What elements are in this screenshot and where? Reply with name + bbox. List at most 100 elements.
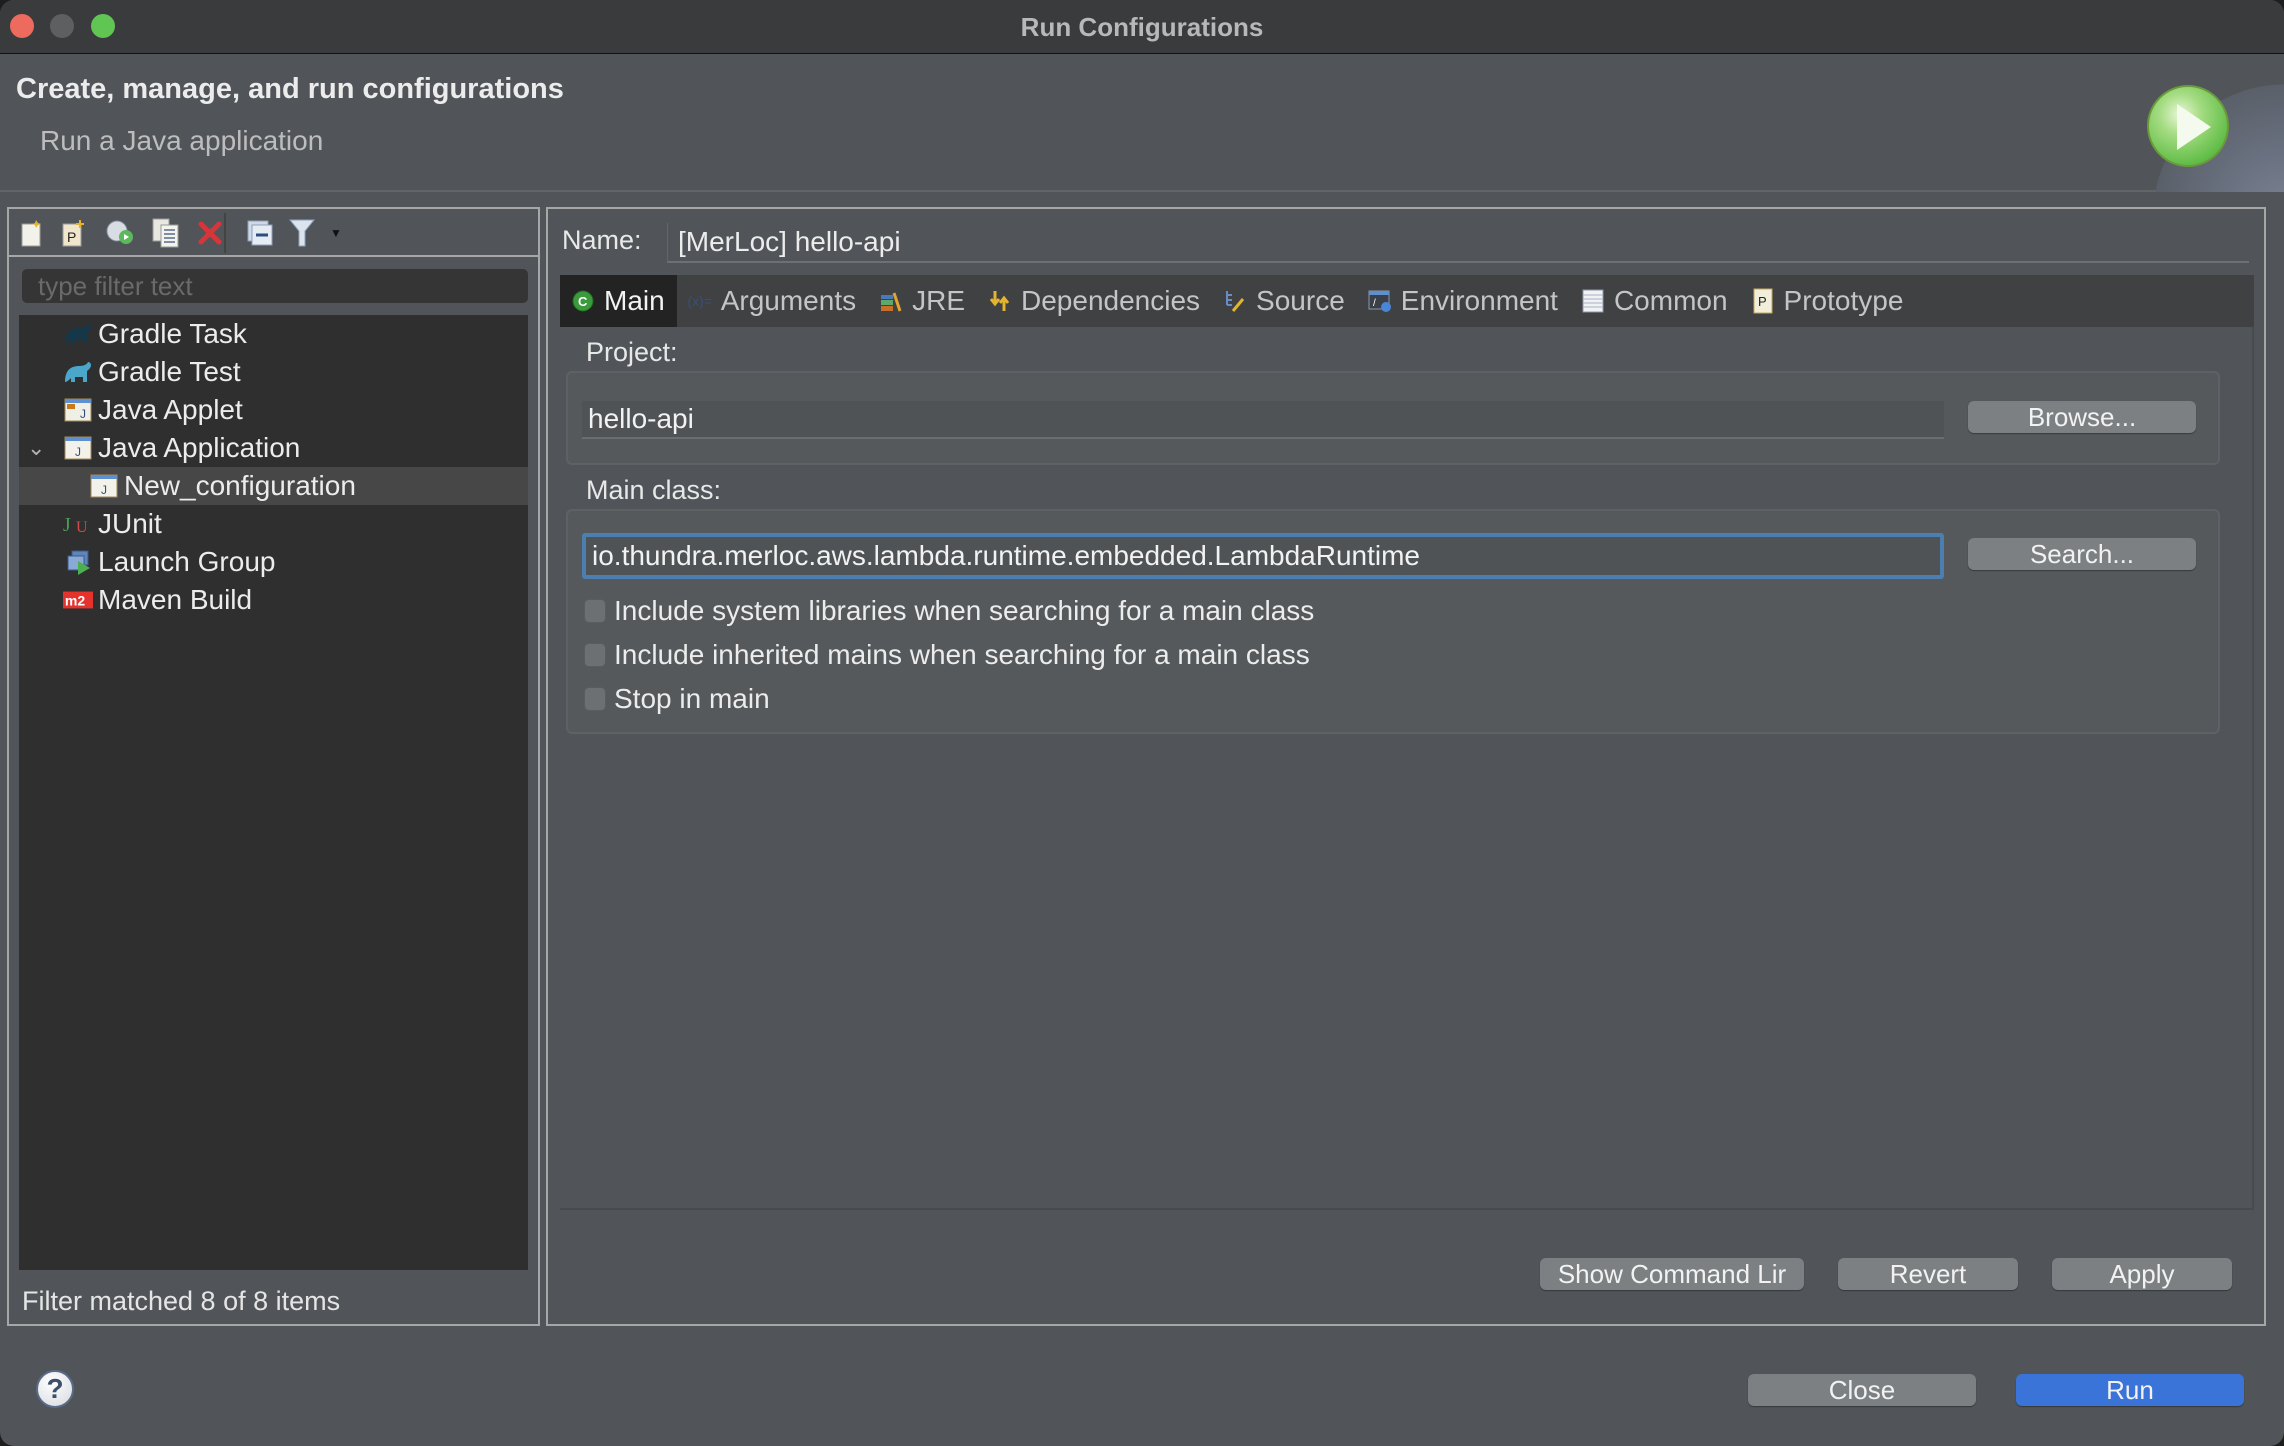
new-configuration-button[interactable] [17, 217, 47, 249]
include-inherited-mains-checkbox[interactable]: Include inherited mains when searching f… [584, 639, 1310, 671]
new-prototype-button[interactable]: P [59, 217, 89, 249]
filter-button[interactable] [287, 217, 317, 249]
tree-item-new-configuration[interactable]: J New_configuration [19, 467, 528, 505]
tab-arguments[interactable]: (x)= Arguments [677, 275, 868, 327]
tree-item-maven-build[interactable]: m2 Maven Build [19, 581, 528, 619]
configurations-panel: P ▼ Grad [7, 207, 540, 1326]
gradle-test-icon [63, 358, 93, 386]
source-icon [1222, 288, 1248, 314]
close-button[interactable]: Close [1748, 1374, 1976, 1406]
tab-jre[interactable]: JRE [868, 275, 977, 327]
svg-text:J: J [101, 483, 107, 497]
tab-environment[interactable]: / Environment [1357, 275, 1570, 327]
tree-item-gradle-test[interactable]: Gradle Test [19, 353, 528, 391]
run-button[interactable]: Run [2016, 1374, 2244, 1406]
search-button[interactable]: Search... [1968, 538, 2196, 570]
java-application-icon: J [63, 434, 93, 462]
tab-prototype[interactable]: P Prototype [1740, 275, 1916, 327]
tree-item-label: Launch Group [98, 546, 276, 577]
tree-item-label: Java Application [98, 432, 301, 463]
header-subtitle: Run a Java application [40, 125, 324, 156]
configurations-tree: Gradle Task Gradle Test J Java Applet ⌄ … [19, 315, 528, 1270]
checkbox-box[interactable] [584, 687, 606, 711]
configuration-editor: Name: C Main (x)= Arguments JRE Dependen… [546, 207, 2266, 1326]
collapse-all-icon [247, 220, 273, 246]
duplicate-icon [152, 218, 179, 248]
svg-text:C: C [578, 294, 588, 309]
prototype-icon: P [1750, 288, 1776, 314]
maven-icon: m2 [63, 586, 93, 614]
browse-button[interactable]: Browse... [1968, 401, 2196, 433]
jre-icon [878, 288, 904, 314]
tab-common[interactable]: Common [1570, 275, 1740, 327]
new-prototype-icon: P [62, 220, 84, 247]
tab-source[interactable]: Source [1212, 275, 1357, 327]
chevron-down-icon[interactable]: ⌄ [27, 435, 45, 461]
collapse-all-button[interactable] [245, 217, 275, 249]
dependencies-icon [987, 288, 1013, 314]
tab-label: Common [1613, 285, 1728, 316]
tree-item-label: Gradle Task [98, 318, 247, 349]
project-label: Project: [586, 337, 678, 367]
svg-text:/: / [1373, 298, 1376, 309]
delete-icon [198, 221, 222, 245]
main-class-icon: C [570, 288, 596, 314]
tab-label: Prototype [1783, 285, 1904, 316]
svg-text:J: J [63, 514, 71, 536]
tree-item-label: New_configuration [124, 470, 356, 501]
arguments-icon: (x)= [687, 293, 712, 309]
checkbox-box[interactable] [584, 643, 606, 667]
include-system-libraries-checkbox[interactable]: Include system libraries when searching … [584, 595, 1314, 627]
apply-button[interactable]: Apply [2052, 1258, 2232, 1290]
tab-dependencies[interactable]: Dependencies [977, 275, 1212, 327]
main-class-label: Main class: [586, 475, 722, 505]
svg-text:U: U [76, 519, 88, 536]
filter-status-text: Filter matched 8 of 8 items [22, 1286, 341, 1316]
tab-label: JRE [912, 285, 966, 316]
help-icon[interactable]: ? [36, 1370, 74, 1408]
java-application-icon: J [89, 472, 119, 500]
new-launch-config-icon [21, 220, 41, 247]
revert-button[interactable]: Revert [1838, 1258, 2018, 1290]
main-tab-content: Project: Browse... Main class: Search...… [560, 327, 2254, 1210]
run-orb-icon [2147, 85, 2229, 167]
delete-button[interactable] [195, 217, 225, 249]
tree-item-junit[interactable]: JU JUnit [19, 505, 528, 543]
tree-item-launch-group[interactable]: Launch Group [19, 543, 528, 581]
project-group: Browse... [566, 371, 2220, 465]
main-class-input[interactable] [582, 533, 1944, 579]
launch-group-icon [63, 548, 93, 576]
configuration-tabs: C Main (x)= Arguments JRE Dependencies S… [560, 275, 2254, 327]
configurations-toolbar: P ▼ [9, 209, 538, 257]
tab-main[interactable]: C Main [560, 275, 677, 327]
checkbox-box[interactable] [584, 599, 606, 623]
show-command-line-button[interactable]: Show Command Lir [1540, 1258, 1804, 1290]
dialog-header: Create, manage, and run configurations R… [0, 55, 2284, 192]
name-label: Name: [562, 225, 642, 255]
tree-item-label: Gradle Test [98, 356, 241, 387]
project-input[interactable] [582, 401, 1944, 439]
run-configurations-dialog: Run Configurations Create, manage, and r… [0, 0, 2284, 1446]
filter-icon [288, 219, 316, 247]
tab-label: Source [1256, 285, 1345, 316]
header-title: Create, manage, and run configurations [16, 73, 564, 105]
stop-in-main-checkbox[interactable]: Stop in main [584, 683, 770, 715]
filter-input[interactable] [22, 269, 528, 303]
svg-text:J: J [80, 407, 86, 421]
configuration-name-input[interactable] [667, 223, 2249, 263]
title-bar: Run Configurations [0, 0, 2284, 54]
checkbox-label: Stop in main [614, 683, 770, 714]
tree-item-gradle-task[interactable]: Gradle Task [19, 315, 528, 353]
toolbar-separator [224, 213, 226, 253]
tree-item-java-application[interactable]: ⌄ J Java Application [19, 429, 528, 467]
export-configuration-button[interactable] [105, 217, 135, 249]
checkbox-label: Include system libraries when searching … [614, 595, 1315, 626]
window-title: Run Configurations [1020, 12, 1264, 42]
tree-item-java-applet[interactable]: J Java Applet [19, 391, 528, 429]
gradle-task-icon [63, 320, 93, 348]
duplicate-button[interactable] [151, 217, 181, 249]
filter-menu-dropdown[interactable]: ▼ [321, 217, 351, 249]
environment-icon: / [1367, 288, 1393, 314]
tab-label: Arguments [720, 285, 857, 316]
tab-label: Main [604, 285, 665, 316]
